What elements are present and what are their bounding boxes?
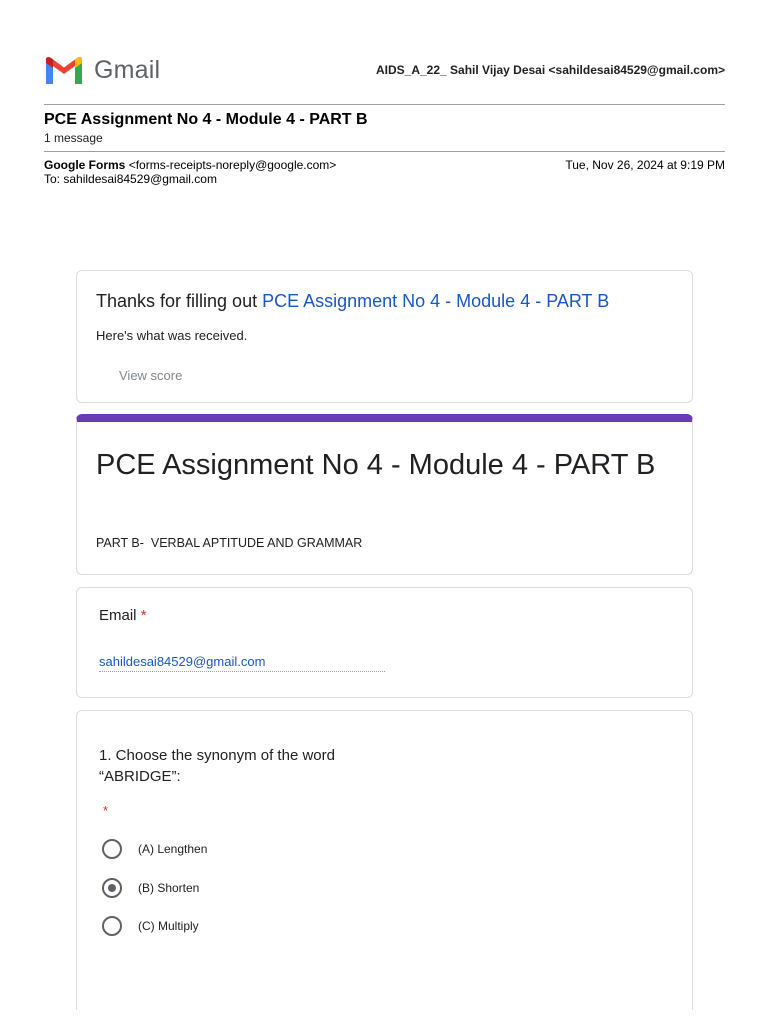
required-mark: * <box>103 803 109 818</box>
form-link[interactable]: PCE Assignment No 4 - Module 4 - PART B <box>262 291 609 311</box>
form-description: PART B- VERBAL APTITUDE AND GRAMMAR <box>96 536 363 550</box>
question-text: 1. Choose the synonym of the word “ABRID… <box>99 745 399 787</box>
question-card: 1. Choose the synonym of the word “ABRID… <box>76 710 693 1010</box>
gmail-m-logo-icon <box>46 56 82 84</box>
gmail-logo: Gmail <box>44 56 160 85</box>
sender-name: Google Forms <box>44 158 126 172</box>
sender-line: Google Forms <forms-receipts-noreply@goo… <box>44 158 336 172</box>
radio-unchecked-icon[interactable] <box>102 916 122 936</box>
required-mark: * <box>140 607 147 624</box>
form-title-card: PCE Assignment No 4 - Module 4 - PART B … <box>76 414 693 575</box>
thread-subject: PCE Assignment No 4 - Module 4 - PART B <box>44 111 368 128</box>
form-title: PCE Assignment No 4 - Module 4 - PART B <box>96 449 656 481</box>
subject-divider <box>44 151 725 152</box>
account-label: AIDS_A_22_ Sahil Vijay Desai <sahildesai… <box>375 63 725 77</box>
thanks-heading: Thanks for filling out PCE Assignment No… <box>96 291 609 312</box>
question-text-line-2: “ABRIDGE”: <box>99 768 181 785</box>
question-text-line-1: 1. Choose the synonym of the word <box>99 747 335 764</box>
message-date: Tue, Nov 26, 2024 at 9:19 PM <box>565 158 725 172</box>
header-divider <box>44 104 725 105</box>
gmail-wordmark: Gmail <box>94 56 161 84</box>
option-b[interactable]: (B) Shorten <box>102 878 199 898</box>
email-label: Email * <box>99 607 147 624</box>
sender-email: <forms-receipts-noreply@google.com> <box>128 158 337 172</box>
message-count: 1 message <box>44 131 103 145</box>
thanks-prefix: Thanks for filling out <box>96 291 263 311</box>
option-label: (C) Multiply <box>138 919 199 933</box>
option-a[interactable]: (A) Lengthen <box>102 839 207 859</box>
option-label: (A) Lengthen <box>138 842 208 856</box>
radio-checked-icon[interactable] <box>102 878 122 898</box>
option-label: (B) Shorten <box>138 881 200 895</box>
recipient-line: To: sahildesai84529@gmail.com <box>44 172 217 186</box>
radio-unchecked-icon[interactable] <box>102 839 122 859</box>
email-label-text: Email <box>99 607 137 624</box>
receipt-card: Thanks for filling out PCE Assignment No… <box>76 270 693 403</box>
option-c[interactable]: (C) Multiply <box>102 916 199 936</box>
view-score-button[interactable]: View score <box>119 368 182 383</box>
received-text: Here's what was received. <box>96 328 248 343</box>
email-card: Email * sahildesai84529@gmail.com <box>76 587 693 698</box>
email-value[interactable]: sahildesai84529@gmail.com <box>99 654 385 672</box>
